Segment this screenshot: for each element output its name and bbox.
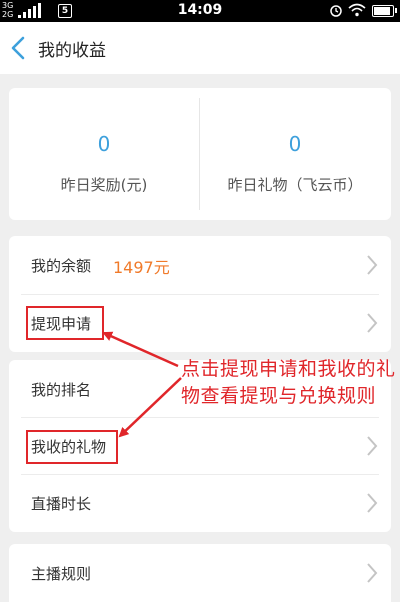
yesterday-gifts-value: 0 bbox=[288, 132, 302, 156]
annotation-line-1: 点击提现申请和我收的礼 bbox=[181, 358, 396, 380]
earnings-summary-card: 0 昨日奖励(元) 0 昨日礼物（飞云币） bbox=[9, 88, 391, 220]
chevron-right-icon bbox=[367, 255, 378, 275]
page-title: 我的收益 bbox=[38, 41, 106, 61]
annotation-line-2: 物查看提现与兑换规则 bbox=[181, 385, 377, 407]
withdraw-highlight-box bbox=[26, 306, 104, 340]
gifts-highlight-box bbox=[26, 430, 118, 464]
yesterday-reward-stat: 0 昨日奖励(元) bbox=[9, 88, 199, 220]
anchor-rules-label: 主播规则 bbox=[31, 565, 92, 583]
chevron-right-icon bbox=[367, 313, 378, 333]
balance-row[interactable]: 我的余额 1497元 bbox=[9, 236, 391, 294]
yesterday-gifts-label: 昨日礼物（飞云币） bbox=[227, 176, 363, 194]
header: 我的收益 bbox=[0, 22, 400, 74]
chevron-right-icon bbox=[367, 436, 378, 456]
yesterday-reward-label: 昨日奖励(元) bbox=[60, 176, 148, 194]
back-arrow-icon[interactable] bbox=[8, 35, 28, 61]
yesterday-gifts-stat: 0 昨日礼物（飞云币） bbox=[200, 88, 390, 220]
my-rank-label: 我的排名 bbox=[31, 381, 92, 399]
chevron-right-icon bbox=[367, 563, 378, 583]
status-bar: 3G 2G 5 14:09 bbox=[0, 0, 400, 22]
anchor-rules-row[interactable]: 主播规则 bbox=[9, 544, 391, 602]
alarm-icon bbox=[330, 5, 342, 17]
wifi-icon bbox=[348, 3, 366, 17]
balance-label: 我的余额 bbox=[31, 257, 92, 275]
balance-value: 1497元 bbox=[113, 258, 170, 277]
yesterday-reward-value: 0 bbox=[97, 132, 111, 156]
battery-icon bbox=[372, 5, 397, 17]
rules-card: 主播规则 bbox=[9, 544, 391, 602]
live-duration-row[interactable]: 直播时长 bbox=[9, 474, 391, 532]
chevron-right-icon bbox=[367, 493, 378, 513]
annotation-text: 点击提现申请和我收的礼 物查看提现与兑换规则 bbox=[181, 356, 400, 410]
live-duration-label: 直播时长 bbox=[31, 495, 92, 513]
